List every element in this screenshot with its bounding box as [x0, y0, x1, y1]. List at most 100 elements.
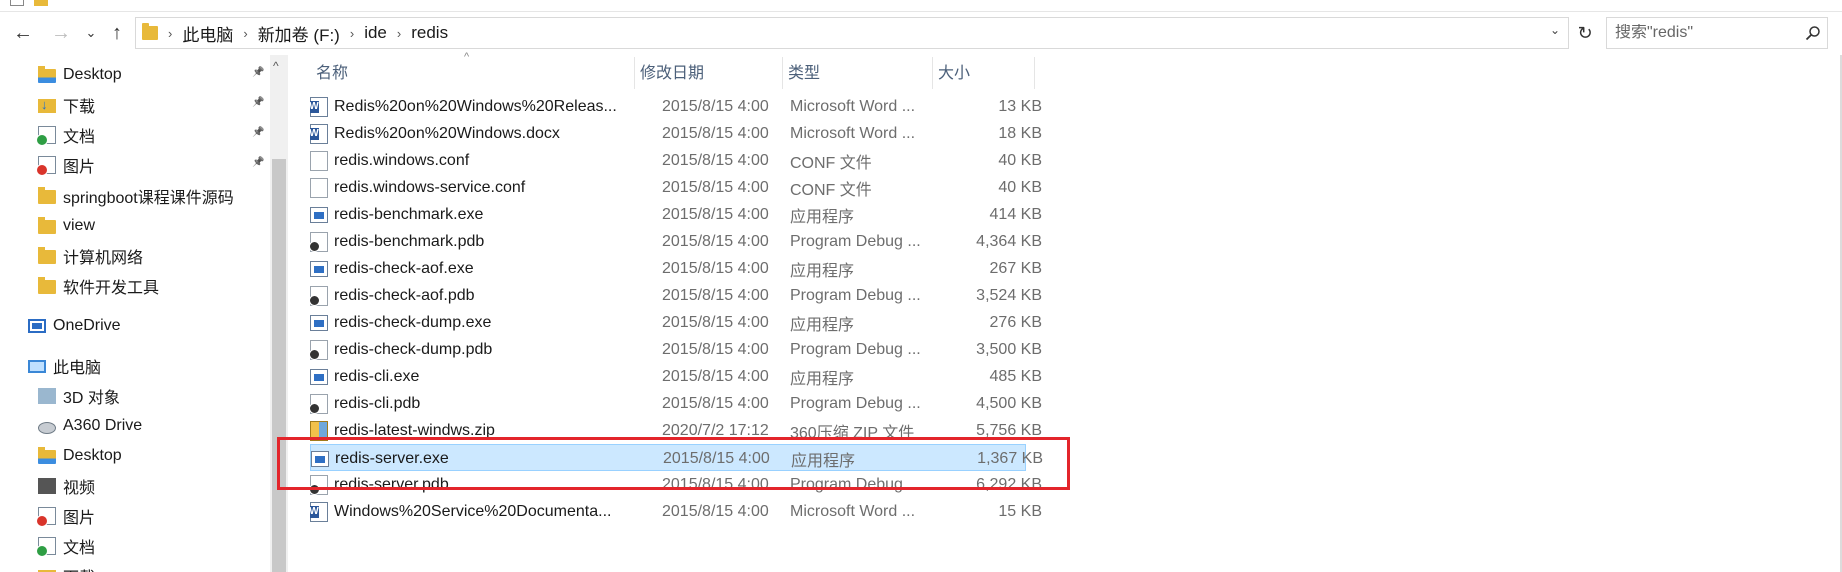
- file-row[interactable]: redis-check-dump.exe 2015/8/15 4:00 应用程序 27…: [310, 309, 1042, 336]
- sidebar-item[interactable]: A360 Drive: [38, 411, 142, 441]
- sidebar-item-label: 视频: [63, 480, 96, 497]
- sidebar-item[interactable]: 此电脑: [28, 351, 101, 381]
- file-row[interactable]: Windows%20Service%20Documenta... 2015/8/1…: [310, 498, 1042, 525]
- breadcrumb-drive-f[interactable]: 新加卷 (F:): [258, 21, 340, 46]
- file-row[interactable]: Redis%20on%20Windows.docx 2015/8/15 4:00 M…: [310, 120, 1042, 147]
- navigation-pane-scrollbar[interactable]: ^: [270, 55, 288, 572]
- file-type-text: Microsoft Word ...: [790, 97, 916, 115]
- pin-icon[interactable]: 📌: [252, 127, 264, 138]
- navigation-bar: ← → ⌄ ↑ › 此电脑 › 新加卷 (F:) › ide › redis ⌄…: [0, 13, 1842, 53]
- file-name: Redis%20on%20Windows.docx: [310, 120, 630, 147]
- sidebar-item[interactable]: Desktop: [38, 441, 122, 471]
- file-row[interactable]: redis.windows.conf 2015/8/15 4:00 CONF 文件 4…: [310, 147, 1042, 174]
- exe-icon: [310, 369, 328, 385]
- sidebar-item[interactable]: 文档: [36, 120, 95, 150]
- file-size: 4,500 KB: [930, 390, 1042, 417]
- file-name-text: redis-check-aof.pdb: [334, 286, 475, 304]
- pin-icon[interactable]: 📌: [252, 157, 264, 168]
- file-size: 414 KB: [930, 201, 1042, 228]
- file-name: redis-check-aof.exe: [310, 255, 630, 282]
- file-size: 13 KB: [930, 93, 1042, 120]
- sidebar-item[interactable]: 3D 对象: [38, 381, 120, 411]
- column-header-date[interactable]: 修改日期: [634, 55, 760, 87]
- file-type-text: 应用程序: [790, 370, 855, 388]
- file-type: Program Debug ...: [790, 282, 930, 309]
- folder-desktop-icon: [38, 66, 56, 83]
- column-header-name[interactable]: 名称: [310, 55, 626, 87]
- file-type-text: 应用程序: [790, 208, 855, 226]
- pin-icon[interactable]: 📌: [252, 97, 264, 108]
- column-header-type[interactable]: 类型: [782, 55, 908, 87]
- sidebar-item[interactable]: OneDrive: [28, 311, 121, 341]
- file-row[interactable]: redis.windows-service.conf 2015/8/15 4:00…: [310, 174, 1042, 201]
- file-type-text: CONF 文件: [790, 154, 872, 172]
- file-type-text: Program Debug ...: [790, 394, 921, 412]
- file-date: 2015/8/15 4:00: [662, 309, 782, 336]
- sidebar-item[interactable]: 下载: [38, 90, 95, 120]
- back-arrow-icon[interactable]: ←: [10, 19, 36, 47]
- file-row[interactable]: redis-cli.pdb 2015/8/15 4:00 Program Debug…: [310, 390, 1042, 417]
- sidebar-item[interactable]: 图片: [36, 501, 95, 531]
- sidebar-item[interactable]: 计算机网络: [38, 241, 143, 271]
- file-name-text: redis-benchmark.exe: [334, 205, 484, 223]
- file-size-text: 15 KB: [998, 502, 1042, 520]
- file-date-text: 2015/8/15 4:00: [662, 232, 769, 250]
- file-row[interactable]: redis-check-aof.exe 2015/8/15 4:00 应用程序 267…: [310, 255, 1042, 282]
- chevron-down-icon[interactable]: ⌄: [78, 19, 104, 47]
- file-size-text: 4,364 KB: [976, 232, 1042, 250]
- file-size: 276 KB: [930, 309, 1042, 336]
- file-row[interactable]: Redis%20on%20Windows%20Releas... 2015/8/1…: [310, 93, 1042, 120]
- file-name-text: Windows%20Service%20Documenta...: [334, 502, 612, 520]
- file-name: redis-benchmark.pdb: [310, 228, 630, 255]
- file-list-scrollbar[interactable]: [1822, 55, 1842, 572]
- file-size: 3,524 KB: [930, 282, 1042, 309]
- file-size-text: 267 KB: [989, 259, 1042, 277]
- file-row[interactable]: redis-benchmark.exe 2015/8/15 4:00 应用程序 414…: [310, 201, 1042, 228]
- exe-icon: [310, 261, 328, 277]
- file-row[interactable]: redis-check-dump.pdb 2015/8/15 4:00 Progra…: [310, 336, 1042, 363]
- sidebar-item[interactable]: 图片: [36, 150, 95, 180]
- breadcrumb-ide[interactable]: ide: [364, 23, 387, 43]
- breadcrumb-this-pc[interactable]: 此电脑: [182, 21, 233, 46]
- sidebar-item-label: Desktop: [63, 66, 122, 83]
- sidebar-item[interactable]: view: [38, 211, 95, 241]
- search-box[interactable]: [1606, 17, 1828, 49]
- search-input[interactable]: [1615, 24, 1795, 42]
- folder-icon: [38, 247, 56, 264]
- file-row[interactable]: redis-check-aof.pdb 2015/8/15 4:00 Program…: [310, 282, 1042, 309]
- downloads-icon: [38, 97, 56, 113]
- chevron-right-icon[interactable]: ›: [397, 26, 401, 41]
- scrollbar-thumb[interactable]: [272, 159, 286, 572]
- column-header-size[interactable]: 大小: [932, 55, 1022, 87]
- file-name-text: redis-check-dump.exe: [334, 313, 492, 331]
- file-type-text: Program Debug ...: [790, 286, 921, 304]
- address-bar[interactable]: › 此电脑 › 新加卷 (F:) › ide › redis ⌄: [135, 17, 1569, 49]
- folder-icon: [34, 0, 48, 6]
- search-icon[interactable]: [1805, 25, 1821, 41]
- chevron-right-icon[interactable]: ›: [168, 26, 172, 41]
- file-date: 2015/8/15 4:00: [662, 255, 782, 282]
- file-type: 应用程序: [790, 309, 930, 336]
- folder-icon: [38, 187, 56, 204]
- file-type: Microsoft Word ...: [790, 120, 930, 147]
- scroll-up-icon[interactable]: ^: [273, 59, 279, 73]
- sidebar-item[interactable]: Desktop: [38, 60, 122, 90]
- refresh-icon[interactable]: ↻: [1572, 19, 1598, 47]
- file-size: 485 KB: [930, 363, 1042, 390]
- a360-drive-icon: [38, 421, 56, 434]
- file-date-text: 2015/8/15 4:00: [662, 367, 769, 385]
- sidebar-item[interactable]: 软件开发工具: [38, 271, 159, 301]
- address-dropdown-icon[interactable]: ⌄: [1550, 23, 1560, 37]
- file-row[interactable]: redis-cli.exe 2015/8/15 4:00 应用程序 485 KB: [310, 363, 1042, 390]
- sidebar-item[interactable]: 视频: [38, 471, 95, 501]
- chevron-right-icon[interactable]: ›: [350, 26, 354, 41]
- up-arrow-icon[interactable]: ↑: [104, 19, 130, 47]
- breadcrumb-redis[interactable]: redis: [411, 23, 448, 43]
- file-row[interactable]: redis-benchmark.pdb 2015/8/15 4:00 Program…: [310, 228, 1042, 255]
- sidebar-item[interactable]: 下载: [38, 561, 95, 572]
- pin-icon[interactable]: 📌: [252, 67, 264, 78]
- chevron-right-icon[interactable]: ›: [243, 26, 247, 41]
- sidebar-item[interactable]: springboot课程课件源码: [38, 181, 234, 211]
- sidebar-item[interactable]: 文档: [36, 531, 95, 561]
- forward-arrow-icon[interactable]: →: [48, 19, 74, 47]
